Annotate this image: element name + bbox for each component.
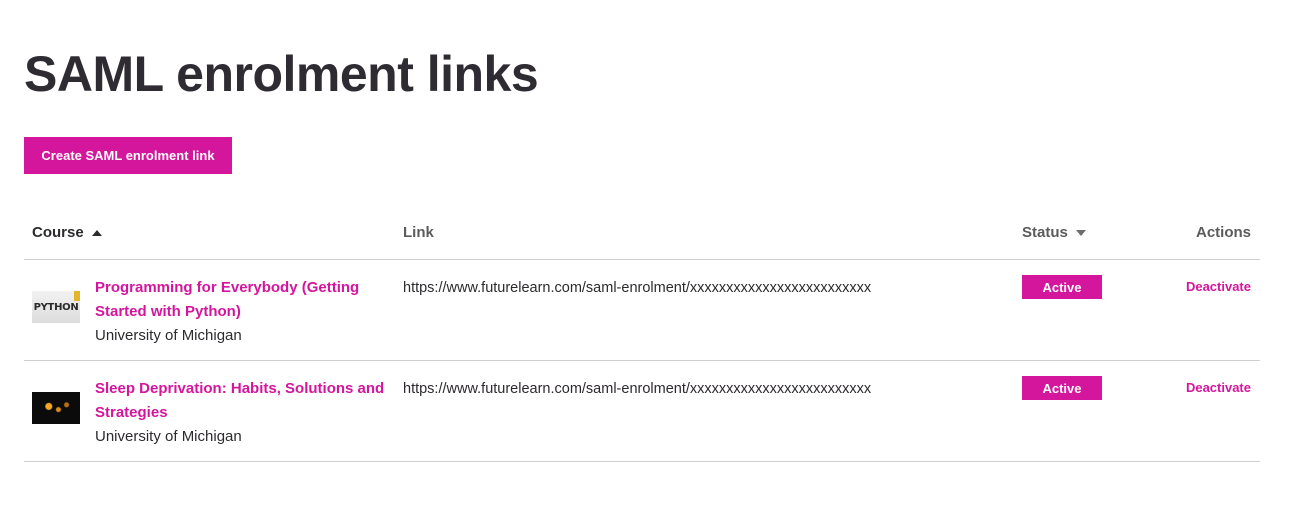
sort-ascending-icon — [91, 229, 102, 236]
link-header-label: Link — [403, 224, 434, 241]
deactivate-link[interactable]: Deactivate — [1186, 279, 1251, 294]
table-header: Course Link Status Actions — [24, 206, 1260, 260]
course-organisation: University of Michigan — [95, 428, 242, 445]
course-title-link[interactable]: Programming for Everybody (Getting Start… — [95, 276, 385, 324]
course-thumbnail — [32, 392, 80, 424]
course-column-header[interactable]: Course — [32, 224, 102, 241]
course-header-label: Course — [32, 224, 84, 241]
deactivate-link[interactable]: Deactivate — [1186, 380, 1251, 395]
page-title: SAML enrolment links — [24, 46, 539, 102]
sort-descending-icon — [1075, 229, 1086, 236]
course-title-link[interactable]: Sleep Deprivation: Habits, Solutions and… — [95, 377, 385, 425]
status-badge: Active — [1022, 275, 1102, 299]
enrolment-links-table: Course Link Status Actions PYTHON Progra… — [24, 206, 1260, 462]
status-header-label: Status — [1022, 224, 1068, 241]
enrolment-link: https://www.futurelearn.com/saml-enrolme… — [403, 381, 872, 397]
page: SAML enrolment links Create SAML enrolme… — [0, 0, 1289, 526]
link-column-header: Link — [403, 224, 434, 241]
course-thumbnail: PYTHON — [32, 291, 80, 323]
enrolment-link: https://www.futurelearn.com/saml-enrolme… — [403, 280, 872, 296]
actions-column-header: Actions — [1196, 224, 1251, 241]
table-row: PYTHON Programming for Everybody (Gettin… — [24, 260, 1260, 361]
create-saml-enrolment-link-button[interactable]: Create SAML enrolment link — [24, 137, 232, 174]
course-organisation: University of Michigan — [95, 327, 242, 344]
status-badge: Active — [1022, 376, 1102, 400]
status-column-header[interactable]: Status — [1022, 224, 1086, 241]
thumbnail-label: PYTHON — [33, 301, 79, 313]
table-row: Sleep Deprivation: Habits, Solutions and… — [24, 361, 1260, 462]
actions-header-label: Actions — [1195, 224, 1251, 241]
